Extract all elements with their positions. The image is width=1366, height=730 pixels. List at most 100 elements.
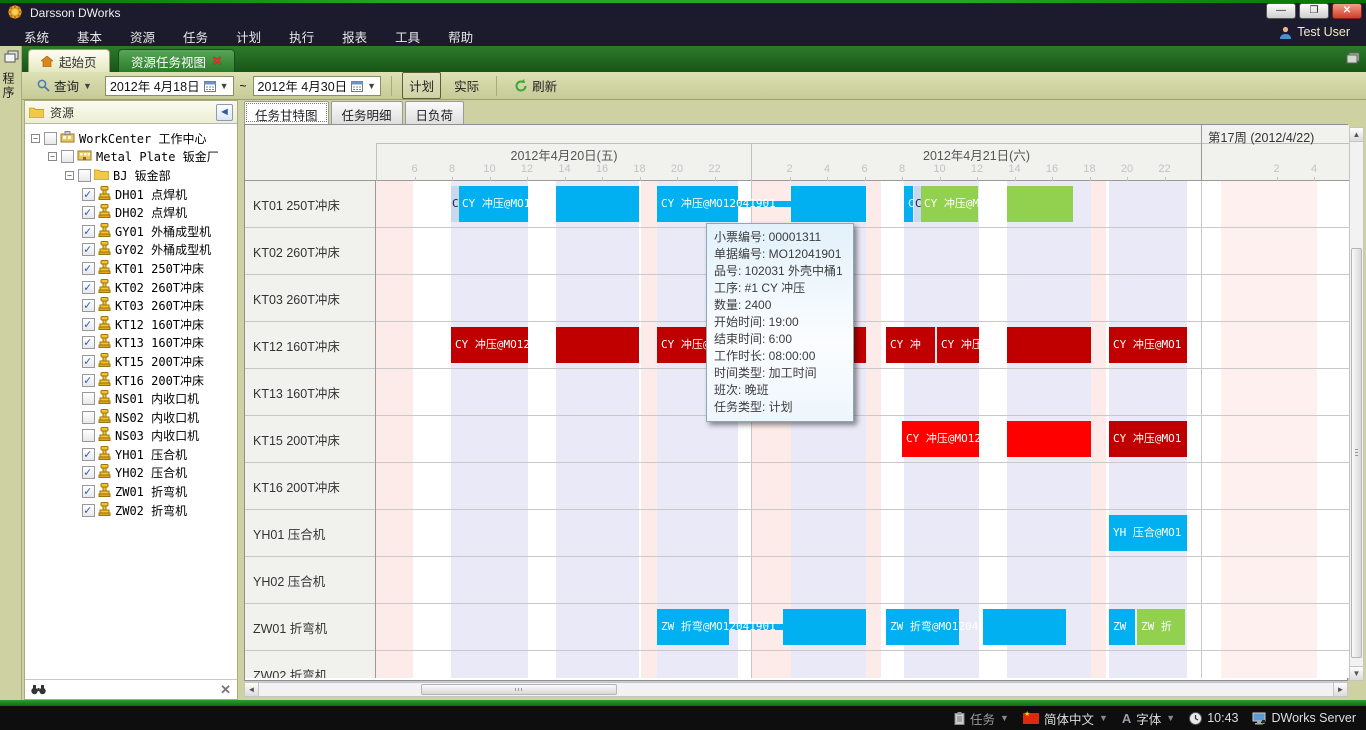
tree-checkbox[interactable] [82,281,95,294]
status-font-menu[interactable]: A 字体 ▼ [1122,709,1175,728]
restore-button[interactable]: ❐ [1299,3,1329,19]
side-tab-program[interactable]: 程序 [0,50,22,100]
tree-checkbox[interactable] [82,429,95,442]
task-bar[interactable]: CY 冲压@MO1 [1109,327,1187,363]
collapse-panel-button[interactable]: ◄ [216,104,233,121]
tree-item[interactable]: ZW01 折弯机 [25,482,237,501]
horizontal-scrollbar[interactable]: ◄ ► [244,682,1348,697]
close-button[interactable]: ✕ [1332,3,1362,19]
status-task-menu[interactable]: 任务 ▼ [954,709,1009,728]
clear-filter-icon[interactable]: ✕ [220,682,231,698]
task-bar[interactable]: CY 冲压@MO12041901 [458,186,528,222]
menu-item-系统[interactable]: 系统 [10,22,63,51]
menu-item-执行[interactable]: 执行 [275,22,328,51]
menu-item-计划[interactable]: 计划 [222,22,275,51]
user-area[interactable]: Test User [1279,25,1350,39]
task-bar[interactable]: ZW 折 [1137,609,1185,645]
actual-toggle-button[interactable]: 实际 [447,72,486,99]
tree-expander-icon[interactable]: − [31,134,40,143]
vertical-scroll-thumb[interactable] [1351,248,1362,658]
tree-checkbox[interactable] [82,392,95,405]
task-bar[interactable]: ZW 折弯@MO12041901 [886,609,959,645]
view-tab-1[interactable]: 任务甘特图 [244,101,329,124]
menu-item-工具[interactable]: 工具 [381,22,434,51]
tree-item[interactable]: NS01 内收口机 [25,389,237,408]
panel-splitter[interactable] [238,100,244,700]
menu-item-资源[interactable]: 资源 [116,22,169,51]
status-server[interactable]: DWorks Server [1252,711,1356,725]
tree-checkbox[interactable] [82,225,95,238]
task-bar[interactable]: CY 冲压@MO12041902 [920,186,978,222]
date-from-field[interactable]: 2012年 4月18日 ▼ [105,76,234,96]
tree-checkbox[interactable] [82,299,95,312]
menu-item-帮助[interactable]: 帮助 [434,22,487,51]
scroll-right-icon[interactable]: ► [1333,683,1347,696]
tree-item[interactable]: KT03 260T冲床 [25,296,237,315]
window-list-icon[interactable] [1346,52,1360,64]
chevron-down-icon[interactable]: ▼ [220,81,229,91]
task-bar[interactable] [1007,421,1091,457]
tree-checkbox[interactable] [44,132,57,145]
tree-checkbox[interactable] [82,466,95,479]
task-bar[interactable] [1007,327,1091,363]
tree-item[interactable]: DH02 点焊机 [25,203,237,222]
task-bar[interactable]: CY 冲压@MO12041903 [902,421,979,457]
tree-expander-icon[interactable]: − [48,152,57,161]
refresh-button[interactable]: 刷新 [507,72,564,99]
scroll-up-icon[interactable]: ▲ [1350,128,1363,142]
binoculars-icon[interactable] [31,684,46,695]
tree-item[interactable]: DH01 点焊机 [25,185,237,204]
tree-item[interactable]: KT15 200T冲床 [25,352,237,371]
tree-item[interactable]: −WorkCenter 工作中心 [25,129,237,148]
task-bar[interactable] [1007,186,1073,222]
tree-checkbox[interactable] [82,262,95,275]
tab-home[interactable]: 起始页 [28,49,110,72]
task-bar[interactable]: CY 冲压@MO12041904 [451,327,528,363]
tree-checkbox[interactable] [82,336,95,349]
query-button[interactable]: 查询 ▼ [30,72,99,99]
task-bar[interactable]: C [904,186,913,222]
task-bar[interactable]: CY 冲压@MO12041904 [937,327,979,363]
task-bar[interactable]: ZW [1109,609,1135,645]
minimize-button[interactable]: — [1266,3,1296,19]
tree-checkbox[interactable] [82,448,95,461]
tree-checkbox[interactable] [82,318,95,331]
tree-item[interactable]: NS03 内收口机 [25,427,237,446]
task-bar[interactable]: C [914,186,921,222]
menu-item-报表[interactable]: 报表 [328,22,381,51]
status-language-menu[interactable]: 简体中文 ▼ [1023,709,1108,728]
view-tab-2[interactable]: 任务明细 [331,101,403,124]
task-bar[interactable] [556,186,639,222]
tree-item[interactable]: KT13 160T冲床 [25,334,237,353]
task-bar[interactable] [791,186,866,222]
tree-item[interactable]: YH02 压合机 [25,464,237,483]
tree-item[interactable]: −Metal Plate 钣金厂 [25,148,237,167]
tree-item[interactable]: GY01 外桶成型机 [25,222,237,241]
task-bar[interactable]: C [451,186,459,222]
menu-item-基本[interactable]: 基本 [63,22,116,51]
tree-item[interactable]: ZW02 折弯机 [25,501,237,520]
tree-item[interactable]: KT02 260T冲床 [25,278,237,297]
task-bar[interactable]: CY 冲压@MO1 [1109,421,1187,457]
task-bar[interactable] [783,609,866,645]
view-tab-3[interactable]: 日负荷 [405,101,465,124]
tree-item[interactable]: KT12 160T冲床 [25,315,237,334]
task-bar[interactable]: CY 冲 [886,327,935,363]
vertical-scrollbar[interactable]: ▲ ▼ [1349,127,1364,681]
date-to-field[interactable]: 2012年 4月30日 ▼ [253,76,382,96]
task-bar[interactable] [983,609,1066,645]
task-bar[interactable]: YH 压合@MO1 [1109,515,1187,551]
tree-checkbox[interactable] [82,206,95,219]
tree-item[interactable]: GY02 外桶成型机 [25,241,237,260]
scroll-down-icon[interactable]: ▼ [1350,666,1363,680]
task-bar[interactable]: CY 冲压@MO12041901 [657,186,738,222]
scroll-left-icon[interactable]: ◄ [245,683,259,696]
tree-checkbox[interactable] [82,188,95,201]
tree-checkbox[interactable] [82,504,95,517]
tree-item[interactable]: KT01 250T冲床 [25,259,237,278]
tree-checkbox[interactable] [61,150,74,163]
tree-checkbox[interactable] [82,374,95,387]
tree-checkbox[interactable] [82,411,95,424]
horizontal-scroll-thumb[interactable] [421,684,617,695]
tree-expander-icon[interactable]: − [65,171,74,180]
